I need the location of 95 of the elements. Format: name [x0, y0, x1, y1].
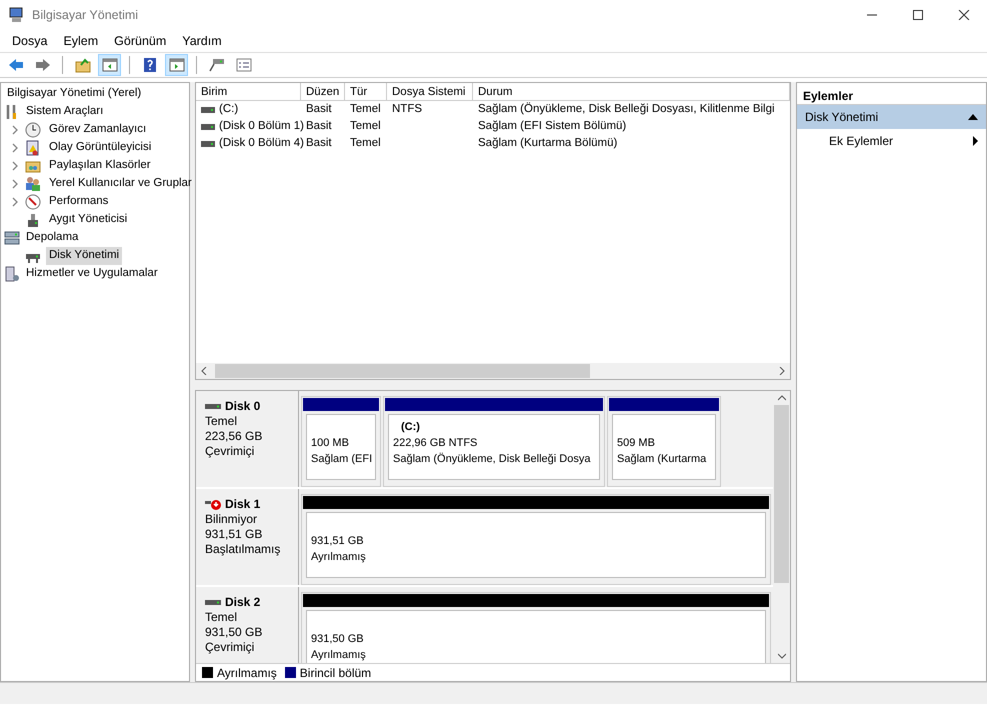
folder-up-icon	[74, 57, 90, 73]
partition-block[interactable]: (C:) 222,96 GB NTFS Sağlam (Önyükleme, Disk Belleği Dosya	[383, 396, 605, 487]
collapse-icon	[968, 114, 978, 120]
partition-size: 931,50 GB	[311, 632, 365, 647]
partition-block[interactable]: 509 MB Sağlam (Kurtarma	[607, 396, 721, 487]
partition-status: Sağlam (EFI	[311, 452, 371, 467]
table-cell-text: Temel	[350, 102, 381, 117]
partition-status: Sağlam (Önyükleme, Disk Belleği Dosya	[393, 452, 592, 467]
forward-arrow-icon	[34, 57, 50, 73]
tree-item[interactable]: Aygıt Yöneticisi	[46, 211, 130, 229]
list-icon	[236, 57, 252, 73]
users-icon	[25, 176, 41, 192]
column-header[interactable]: Dosya Sistemi	[387, 83, 473, 100]
partition-size: 931,51 GB	[311, 534, 365, 549]
menu-item[interactable]: Yardım	[174, 30, 230, 52]
disk-detail: Temel	[205, 414, 238, 429]
horizontal-scrollbar[interactable]	[196, 363, 790, 379]
tree-item[interactable]: Olay Görüntüleyicisi	[46, 139, 154, 157]
partition-status: Ayrılmamış	[311, 648, 367, 663]
partition-status: Sağlam (Kurtarma	[617, 452, 708, 467]
disk-detail: 931,51 GB	[205, 527, 264, 542]
column-header[interactable]: Düzen	[301, 83, 345, 100]
column-header[interactable]: Birim	[196, 83, 301, 100]
table-cell-text: Basit	[306, 118, 332, 134]
disk-detail: Çevrimiçi	[205, 444, 256, 459]
partition-status: Ayrılmamış	[311, 550, 367, 565]
partition-title: (C:)	[400, 420, 421, 435]
disk-detail: 931,50 GB	[205, 625, 264, 640]
clock-icon	[25, 122, 41, 138]
actions-section[interactable]: Disk Yönetimi	[797, 105, 986, 129]
scroll-down-icon	[778, 653, 786, 659]
help-icon	[142, 57, 158, 73]
disk-name: Disk 0	[225, 399, 260, 414]
tree-item[interactable]: Disk Yönetimi	[46, 247, 122, 265]
gauge-icon	[25, 194, 41, 210]
services-icon	[4, 266, 20, 282]
table-cell-text: Temel	[350, 136, 381, 151]
tree-item[interactable]: Performans	[46, 193, 112, 211]
table-cell-text: Sağlam (EFI Sistem Bölümü)	[478, 118, 626, 134]
panel-icon	[102, 57, 118, 73]
disk-name: Disk 2	[225, 595, 260, 610]
disk-detail: 223,56 GB	[205, 429, 264, 444]
disk-detail: Bilinmiyor	[205, 512, 258, 527]
drive-icon	[201, 140, 215, 146]
menu-item[interactable]: Dosya	[4, 30, 56, 52]
scroll-left-icon	[201, 367, 207, 375]
window-title: Bilgisayar Yönetimi	[32, 6, 140, 24]
drive-icon	[208, 57, 224, 73]
table-cell-text: Sağlam (Önyükleme, Disk Belleği Dosyası, Kilitlenme Bilgi	[478, 101, 775, 117]
tree-item[interactable]: Bilgisayar Yönetimi (Yerel)	[4, 85, 144, 103]
menu-item[interactable]: Eylem	[55, 30, 106, 52]
menu-item[interactable]: Görünüm	[106, 30, 174, 52]
disk-detail: Başlatılmamış	[205, 542, 282, 557]
legend-label: Ayrılmamış	[217, 664, 277, 681]
partition-size: 100 MB	[311, 436, 350, 451]
scroll-up-icon	[778, 395, 786, 401]
tree-item[interactable]: Paylaşılan Klasörler	[46, 157, 154, 175]
close-icon	[958, 10, 970, 20]
computer-icon	[8, 7, 24, 23]
partition-size: 509 MB	[617, 436, 656, 451]
submenu-arrow-icon	[973, 136, 978, 146]
toolbar-button[interactable]	[98, 54, 121, 76]
volume-name: (C:)	[219, 102, 238, 117]
partition-block[interactable]: 931,51 GB Ayrılmamış	[301, 494, 771, 585]
table-cell-text: NTFS	[392, 102, 422, 117]
volume-name: (Disk 0 Bölüm 1)	[219, 118, 304, 134]
tree-item[interactable]: Hizmetler ve Uygulamalar	[23, 265, 161, 283]
drive-icon	[201, 106, 215, 112]
scroll-right-icon	[779, 367, 785, 375]
partition-size: 222,96 GB NTFS	[393, 436, 478, 451]
partition-block[interactable]: 100 MB Sağlam (EFI	[301, 396, 381, 487]
device-icon	[25, 212, 41, 228]
volume-name: (Disk 0 Bölüm 4)	[219, 136, 304, 151]
tree-item[interactable]: Sistem Araçları	[23, 103, 106, 121]
legend-label: Birincil bölüm	[300, 664, 372, 681]
back-arrow-icon	[8, 57, 24, 73]
drive-icon	[201, 124, 215, 130]
panel-icon	[168, 57, 184, 73]
table-cell-text: Basit	[306, 136, 332, 151]
table-cell-text: Temel	[350, 118, 381, 134]
disk-detail: Çevrimiçi	[205, 640, 256, 655]
tree-item[interactable]: Yerel Kullanıcılar ve Gruplar	[46, 175, 195, 193]
disk-detail: Temel	[205, 610, 238, 625]
log-icon	[25, 140, 41, 156]
disk-name: Disk 1	[225, 497, 260, 512]
tree-item[interactable]: Depolama	[23, 229, 82, 247]
column-header[interactable]: Durum	[473, 83, 790, 100]
storage-icon	[4, 230, 20, 246]
column-header[interactable]: Tür	[345, 83, 387, 100]
table-cell-text: Sağlam (Kurtarma Bölümü)	[478, 136, 618, 151]
toolbar-button[interactable]	[165, 54, 188, 76]
partition-block[interactable]: 931,50 GB Ayrılmamış	[301, 592, 771, 663]
tree-item[interactable]: Görev Zamanlayıcı	[46, 121, 150, 139]
table-cell-text: Basit	[306, 102, 332, 117]
maximize-icon	[912, 10, 924, 20]
